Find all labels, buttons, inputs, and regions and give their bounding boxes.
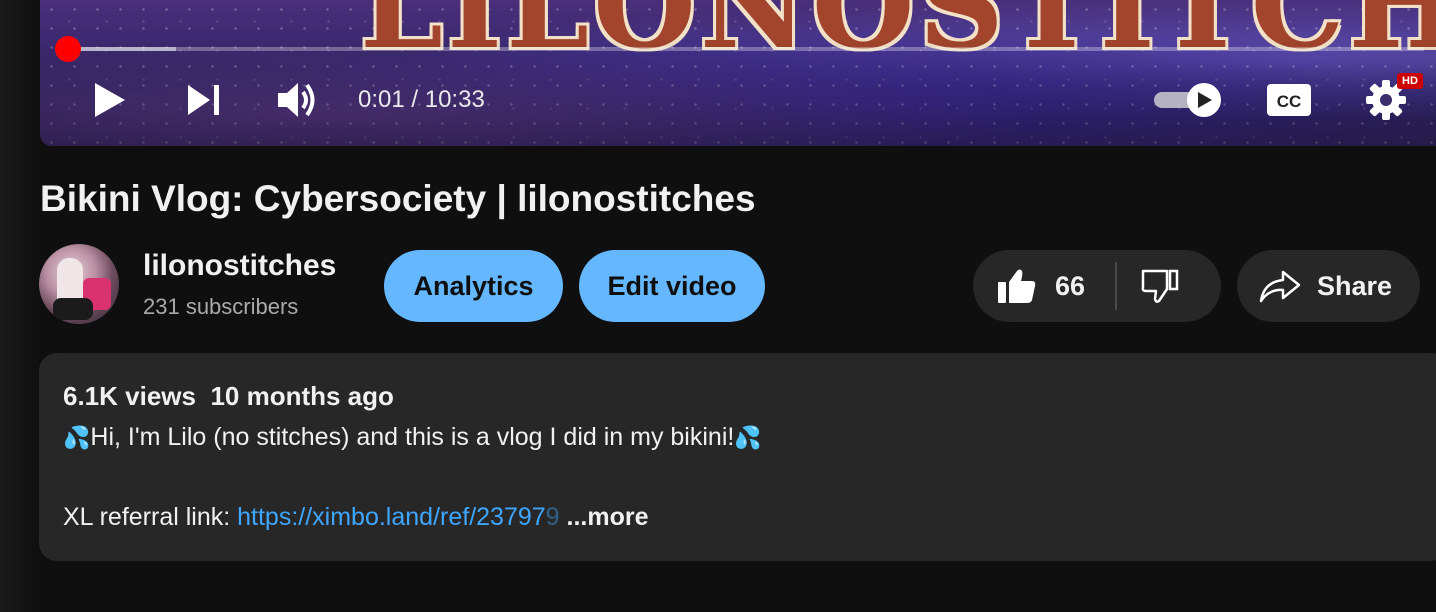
cc-icon: CC [1267, 84, 1311, 116]
like-dislike-group: 66 [973, 250, 1221, 322]
analytics-button[interactable]: Analytics [384, 250, 563, 322]
thumbs-up-icon [998, 269, 1036, 303]
like-button[interactable]: 66 [973, 250, 1115, 322]
view-and-date: 6.1K views 10 months ago [63, 381, 394, 412]
autoplay-toggle-icon [1154, 83, 1221, 117]
show-more-button[interactable]: ...more [560, 503, 649, 531]
sweat-droplets-emoji: 💦 [63, 425, 91, 450]
view-count: 6.1K views [63, 381, 196, 411]
description-box[interactable]: 6.1K views 10 months ago 💦Hi, I'm Lilo (… [39, 353, 1436, 561]
like-count: 66 [1055, 270, 1086, 301]
channel-name[interactable]: lilonostitches [143, 249, 336, 283]
upload-age: 10 months ago [210, 381, 394, 411]
share-button[interactable]: Share [1237, 250, 1420, 322]
share-arrow-icon [1259, 270, 1301, 303]
referral-link[interactable]: https://ximbo.land/ref/23797 [237, 503, 546, 531]
channel-avatar[interactable] [39, 244, 119, 324]
next-icon [188, 85, 219, 115]
hd-badge: HD [1397, 73, 1423, 89]
play-button[interactable] [90, 78, 130, 122]
share-label: Share [1317, 270, 1393, 301]
referral-line: XL referral link: https://ximbo.land/ref… [63, 503, 649, 532]
referral-link-faded[interactable]: 9 [546, 503, 560, 531]
captions-button[interactable]: CC [1264, 82, 1314, 118]
next-button[interactable] [184, 80, 224, 120]
svg-text:CC: CC [1277, 92, 1302, 111]
watch-page: LILONOSTITCHES 0:01 / 10:33 [0, 0, 1436, 612]
video-title: Bikini Vlog: Cybersociety | lilonostitch… [40, 178, 756, 219]
edit-video-button[interactable]: Edit video [579, 250, 765, 322]
video-player[interactable]: LILONOSTITCHES 0:01 / 10:33 [40, 0, 1436, 146]
scrubber-handle[interactable] [55, 36, 81, 62]
autoplay-toggle[interactable] [1152, 82, 1224, 118]
play-icon [95, 83, 125, 117]
thumbs-down-icon [1141, 269, 1179, 303]
time-display: 0:01 / 10:33 [358, 86, 485, 113]
volume-icon [278, 83, 315, 117]
volume-button[interactable] [274, 78, 320, 122]
dislike-button[interactable] [1117, 250, 1221, 322]
progress-bar[interactable] [68, 47, 1424, 51]
subscriber-count: 231 subscribers [143, 294, 299, 319]
progress-buffered [68, 47, 177, 51]
description-line: 💦Hi, I'm Lilo (no stitches) and this is … [63, 423, 762, 451]
referral-label: XL referral link: [63, 503, 238, 531]
sweat-droplets-emoji: 💦 [734, 425, 762, 450]
